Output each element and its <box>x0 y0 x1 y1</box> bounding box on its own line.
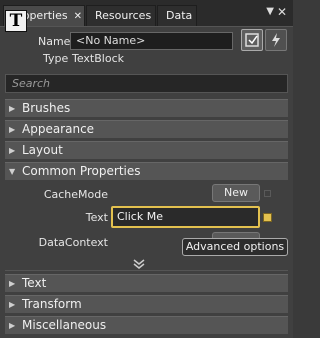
search-input[interactable]: Search <box>5 74 288 93</box>
text-advanced-options-marker[interactable] <box>263 213 272 222</box>
category-label: Layout <box>22 143 63 157</box>
tab-data-label: Data <box>166 9 193 22</box>
category-layout[interactable]: ▶ Layout <box>5 141 288 159</box>
category-label: Common Properties <box>22 164 141 178</box>
expand-arrow-icon: ▶ <box>9 146 16 155</box>
category-miscellaneous[interactable]: ▶ Miscellaneous <box>5 316 288 334</box>
category-label: Brushes <box>22 101 71 115</box>
tab-data[interactable]: Data <box>157 5 197 26</box>
cachemode-new-button[interactable]: New <box>212 184 260 202</box>
pin-icon[interactable]: ▼ <box>266 6 274 17</box>
name-label: Name <box>38 35 71 48</box>
properties-view-icon <box>245 33 259 47</box>
cachemode-label: CacheMode <box>43 188 108 201</box>
tab-resources[interactable]: Resources <box>86 5 156 26</box>
expand-arrow-icon: ▶ <box>9 300 16 309</box>
tab-bar: Properties ✕ Resources Data ▼ ✕ <box>0 0 293 26</box>
expand-arrow-icon: ▶ <box>9 125 16 134</box>
type-value: TextBlock <box>72 52 124 65</box>
text-input[interactable]: Click Me <box>111 206 260 228</box>
textblock-type-icon: T <box>5 10 27 32</box>
expand-arrow-icon: ▶ <box>9 321 16 330</box>
lightning-icon <box>272 33 280 47</box>
category-brushes[interactable]: ▶ Brushes <box>5 99 288 117</box>
tab-resources-label: Resources <box>95 9 152 22</box>
double-chevron-down-icon <box>133 259 145 269</box>
close-tab-icon[interactable]: ✕ <box>74 11 82 22</box>
expand-arrow-icon: ▶ <box>9 279 16 288</box>
events-view-button[interactable] <box>265 29 287 51</box>
category-label: Appearance <box>22 122 95 136</box>
category-label: Miscellaneous <box>22 318 107 332</box>
category-text[interactable]: ▶ Text <box>5 274 288 292</box>
category-appearance[interactable]: ▶ Appearance <box>5 120 288 138</box>
category-common-properties[interactable]: ▼ Common Properties <box>5 162 288 180</box>
text-label: Text <box>85 211 108 224</box>
category-transform[interactable]: ▶ Transform <box>5 295 288 313</box>
divider <box>5 270 288 271</box>
expand-arrow-icon: ▶ <box>9 104 16 113</box>
close-panel-icon[interactable]: ✕ <box>277 5 287 19</box>
advanced-options-marker[interactable] <box>264 190 271 197</box>
category-label: Transform <box>22 297 82 311</box>
more-properties-button[interactable] <box>132 259 146 269</box>
type-label: Type <box>43 52 69 65</box>
category-label: Text <box>22 276 47 290</box>
name-input[interactable]: <No Name> <box>70 32 233 50</box>
datacontext-label: DataContext <box>38 236 108 249</box>
properties-view-button[interactable] <box>241 29 263 51</box>
collapse-arrow-icon: ▼ <box>9 167 16 176</box>
advanced-options-tooltip: Advanced options <box>182 238 288 256</box>
